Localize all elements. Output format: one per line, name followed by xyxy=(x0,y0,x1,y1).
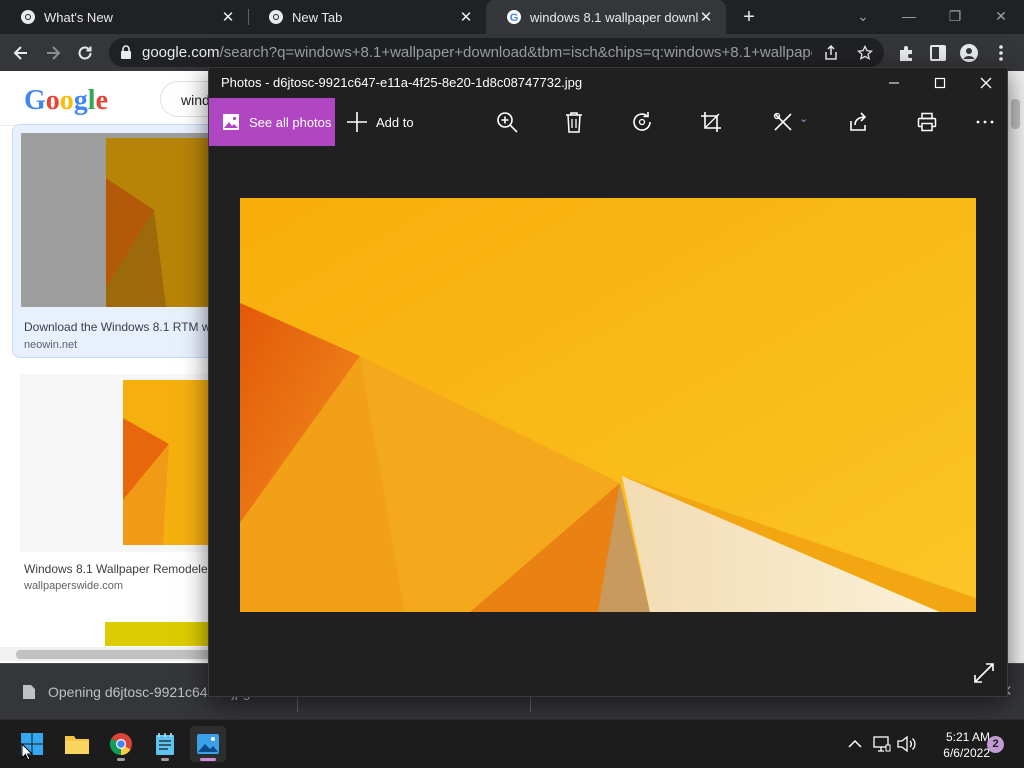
chevron-down-icon[interactable]: ⌄ xyxy=(799,112,808,125)
photos-icon xyxy=(197,734,219,754)
edit-icon[interactable] xyxy=(771,110,795,134)
chrome-icon xyxy=(110,733,132,755)
close-icon[interactable] xyxy=(966,70,1006,96)
photos-app-window: Photos - d6jtosc-9921c647-e11a-4f25-8e20… xyxy=(208,67,1008,697)
scrollbar-thumb[interactable] xyxy=(16,650,216,659)
chrome-favicon-icon xyxy=(21,10,35,24)
address-bar[interactable]: google.com/search?q=windows+8.1+wallpape… xyxy=(109,38,884,67)
running-indicator xyxy=(161,758,169,761)
taskbar-file-explorer[interactable] xyxy=(59,726,95,762)
minimize-icon[interactable] xyxy=(874,70,914,96)
close-icon[interactable]: ✕ xyxy=(698,8,714,26)
windows-taskbar: 5:21 AM 6/6/2022 2 xyxy=(0,719,1024,768)
result-title[interactable]: Windows 8.1 Wallpaper Remodele xyxy=(24,562,208,576)
browser-toolbar: google.com/search?q=windows+8.1+wallpape… xyxy=(0,34,1024,71)
side-panel-icon[interactable] xyxy=(927,42,949,64)
result-source: wallpaperswide.com xyxy=(24,580,124,592)
taskbar-notepad[interactable] xyxy=(147,726,183,762)
extensions-icon[interactable] xyxy=(895,42,917,64)
url-text: google.com/search?q=windows+8.1+wallpape… xyxy=(142,44,812,61)
lock-icon[interactable] xyxy=(119,44,133,60)
tab-label: windows 8.1 wallpaper download xyxy=(530,9,698,25)
chevron-up-icon[interactable] xyxy=(845,734,865,754)
tab-whats-new[interactable]: What's New ✕ xyxy=(0,0,248,34)
photos-toolbar: See all photos Add to ⌄ xyxy=(209,98,1007,146)
tab-new-tab[interactable]: New Tab ✕ xyxy=(248,0,486,34)
back-arrow-icon[interactable] xyxy=(8,40,34,66)
new-tab-button[interactable]: + xyxy=(737,5,761,29)
taskbar-chrome[interactable] xyxy=(103,726,139,762)
mouse-cursor-icon xyxy=(21,743,33,761)
add-to-label: Add to xyxy=(376,114,414,130)
plus-icon xyxy=(347,112,367,132)
tab-label: New Tab xyxy=(292,9,343,25)
delete-icon[interactable] xyxy=(562,110,586,134)
forward-arrow-icon[interactable] xyxy=(40,40,66,66)
url-path: /search?q=windows+8.1+wallpaper+download… xyxy=(219,44,812,61)
clock-time: 5:21 AM xyxy=(945,730,990,744)
vertical-scrollbar[interactable] xyxy=(1008,71,1024,663)
maximize-icon[interactable] xyxy=(920,70,960,96)
active-indicator xyxy=(200,758,216,761)
close-icon[interactable]: ✕ xyxy=(220,8,236,26)
rotate-icon[interactable] xyxy=(630,110,654,134)
kebab-menu-icon[interactable] xyxy=(990,42,1012,64)
folder-icon xyxy=(65,736,89,754)
result-source: neowin.net xyxy=(24,339,78,351)
result-title[interactable]: Download the Windows 8.1 RTM w xyxy=(24,320,211,334)
system-clock[interactable]: 5:21 AM 6/6/2022 xyxy=(922,729,990,761)
profile-icon[interactable] xyxy=(958,42,980,64)
zoom-in-icon[interactable] xyxy=(495,110,519,134)
volume-icon[interactable] xyxy=(897,734,917,754)
share-icon[interactable] xyxy=(847,110,871,134)
google-doodle-logo[interactable]: Google xyxy=(24,85,108,117)
add-to-button[interactable]: Add to xyxy=(346,98,414,146)
windows-8-wallpaper-image xyxy=(240,198,976,612)
close-icon[interactable]: ✕ xyxy=(458,8,474,26)
print-icon[interactable] xyxy=(915,110,939,134)
scrollbar-thumb[interactable] xyxy=(1011,99,1020,129)
reload-icon[interactable] xyxy=(72,40,98,66)
share-icon[interactable] xyxy=(821,43,841,63)
window-title: Photos - d6jtosc-9921c647-e11a-4f25-8e20… xyxy=(221,75,583,90)
photo-gallery-icon xyxy=(223,114,239,130)
photo-viewer-image[interactable] xyxy=(240,198,976,612)
restore-icon[interactable]: ❐ xyxy=(942,4,968,28)
network-icon[interactable] xyxy=(872,734,892,754)
taskbar-photos[interactable] xyxy=(190,726,226,762)
notification-badge[interactable]: 2 xyxy=(987,736,1004,753)
tab-label: What's New xyxy=(44,9,113,25)
chrome-favicon-icon xyxy=(269,10,283,24)
clock-date: 6/6/2022 xyxy=(943,746,990,760)
full-screen-icon[interactable] xyxy=(973,662,997,686)
notepad-icon xyxy=(156,733,174,755)
star-icon[interactable] xyxy=(855,43,875,63)
minimize-icon[interactable]: — xyxy=(896,4,922,28)
crop-icon[interactable] xyxy=(699,110,723,134)
close-icon[interactable]: ✕ xyxy=(988,4,1014,28)
running-indicator xyxy=(117,758,125,761)
browser-tab-strip: What's New ✕ New Tab ✕ G windows 8.1 wal… xyxy=(0,0,1024,34)
google-favicon-icon: G xyxy=(507,10,521,24)
tab-search-icon[interactable]: ⌄ xyxy=(850,4,876,28)
file-icon xyxy=(23,685,35,699)
see-all-photos-label: See all photos xyxy=(249,114,332,130)
more-icon[interactable] xyxy=(973,110,997,134)
url-host: google.com xyxy=(142,44,220,61)
tab-google-search[interactable]: G windows 8.1 wallpaper download ✕ xyxy=(486,0,726,34)
svg-text:G: G xyxy=(510,12,519,24)
see-all-photos-button[interactable]: See all photos xyxy=(209,98,335,146)
